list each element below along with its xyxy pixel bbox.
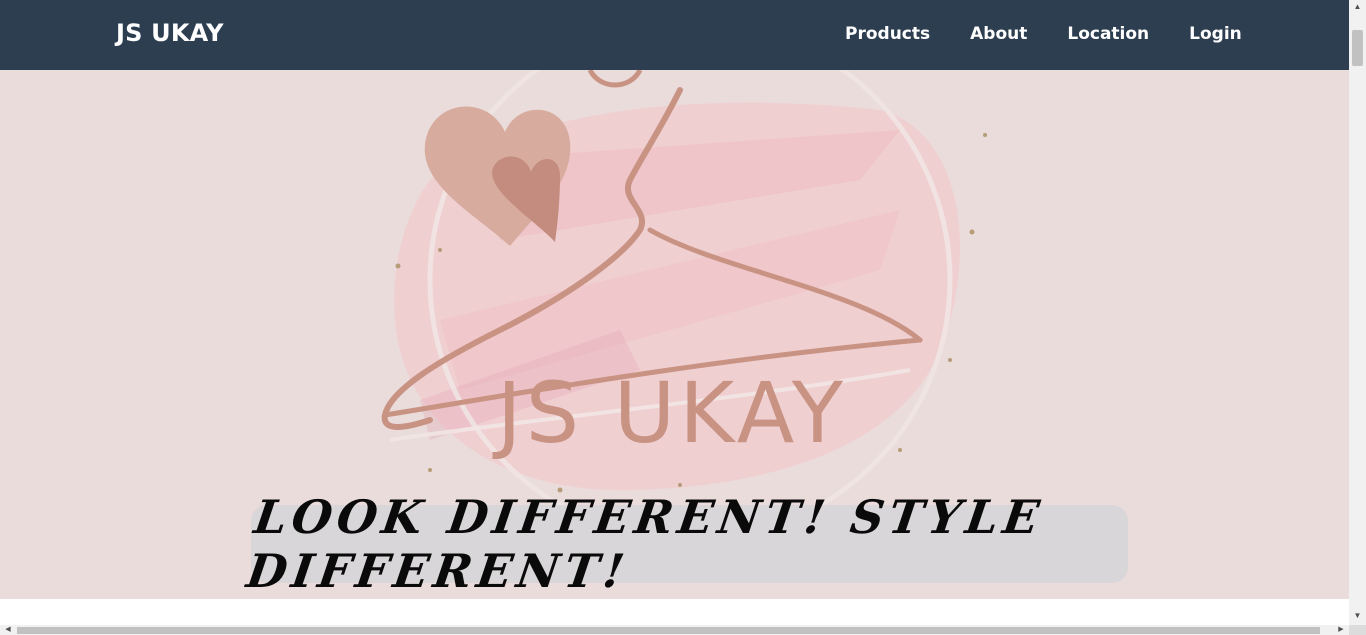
nav-products[interactable]: Products (845, 24, 930, 44)
vertical-scroll-thumb[interactable] (1352, 30, 1363, 66)
vertical-scrollbar[interactable]: ▲ ▼ (1349, 0, 1366, 625)
hero-logo-text: JS UKAY (492, 364, 847, 462)
nav-links: Products About Location Login (845, 24, 1242, 44)
scrollbar-corner (1349, 625, 1366, 635)
nav-login[interactable]: Login (1189, 24, 1242, 44)
nav-about[interactable]: About (970, 24, 1027, 44)
scroll-right-icon[interactable]: ▶ (1335, 625, 1347, 635)
scroll-up-icon[interactable]: ▲ (1349, 0, 1366, 14)
horizontal-scrollbar[interactable]: ◀ ▶ (0, 625, 1349, 635)
scroll-left-icon[interactable]: ◀ (2, 625, 14, 635)
horizontal-scroll-thumb[interactable] (17, 627, 1320, 634)
navbar: JS UKAY Products About Location Login (0, 0, 1349, 70)
scroll-down-icon[interactable]: ▼ (1349, 609, 1366, 623)
nav-location[interactable]: Location (1067, 24, 1149, 44)
brand-logo[interactable]: JS UKAY (116, 19, 224, 47)
slogan-banner: LOOK DIFFERENT! STYLE DIFFERENT! (243, 490, 1128, 598)
slogan-text: LOOK DIFFERENT! STYLE DIFFERENT! (243, 490, 1048, 598)
